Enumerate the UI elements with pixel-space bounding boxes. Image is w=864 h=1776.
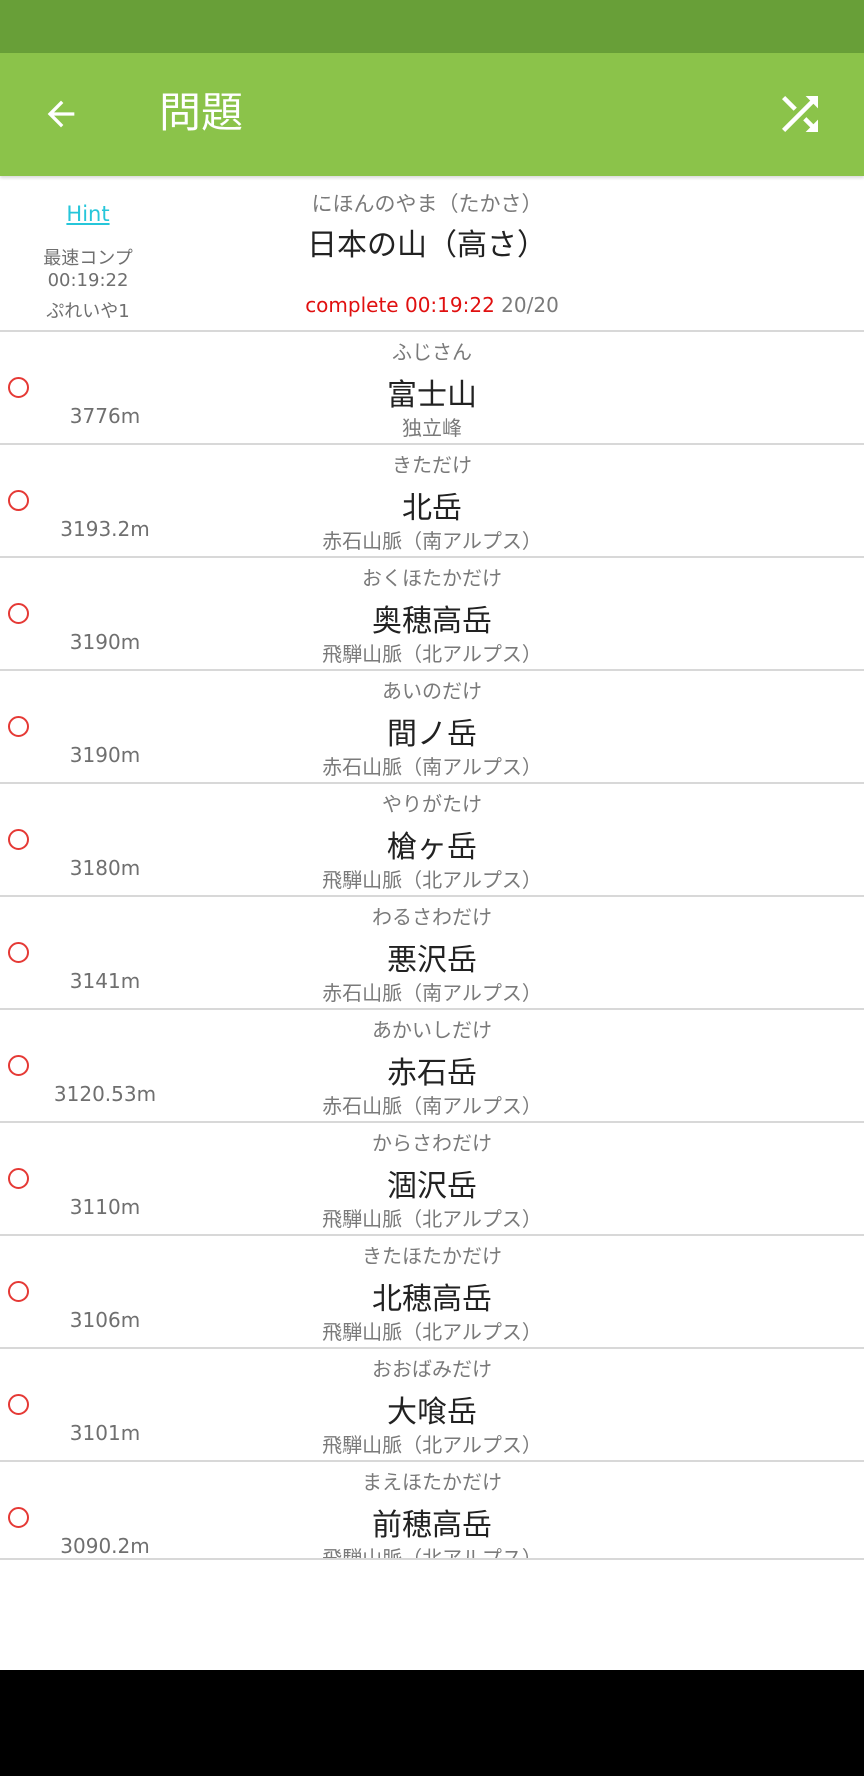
- mountain-reading: おくほたかだけ: [362, 566, 502, 590]
- circle-mark-icon: [8, 942, 29, 963]
- mountain-reading: まえほたかだけ: [362, 1470, 502, 1494]
- system-navigation-bar: [0, 1670, 864, 1776]
- mountain-name: 北穂高岳: [372, 1282, 492, 1317]
- mountain-reading: あいのだけ: [382, 679, 482, 703]
- list-item[interactable]: 3193.2m きただけ 北岳 赤石山脈（南アルプス）: [0, 445, 864, 558]
- mountain-name: 間ノ岳: [387, 717, 477, 752]
- best-record-label: 最速コンプ: [43, 248, 133, 269]
- mountain-range: 飛騨山脈（北アルプス）: [322, 642, 542, 666]
- circle-mark-icon: [8, 1055, 29, 1076]
- answer-list[interactable]: 3776m ふじさん 富士山 独立峰 3193.2m きただけ 北岳 赤石山脈（…: [0, 332, 864, 1560]
- circle-mark-icon: [8, 603, 29, 624]
- mountain-name: 槍ヶ岳: [387, 830, 477, 865]
- quiz-title-reading: にほんのやま（たかさ）: [311, 192, 543, 216]
- circle-mark-icon: [8, 377, 29, 398]
- mountain-range: 飛騨山脈（北アルプス）: [322, 868, 542, 892]
- mountain-height: 3141m: [69, 969, 141, 993]
- answer-count: 20/20: [501, 293, 559, 317]
- circle-mark-icon: [8, 1507, 29, 1528]
- mountain-name: 涸沢岳: [387, 1169, 477, 1204]
- arrow-left-icon: [47, 100, 75, 128]
- circle-mark-icon: [8, 1394, 29, 1415]
- mountain-height: 3180m: [69, 856, 141, 880]
- list-item[interactable]: 3190m おくほたかだけ 奥穂高岳 飛騨山脈（北アルプス）: [0, 558, 864, 671]
- list-item[interactable]: 3141m わるさわだけ 悪沢岳 赤石山脈（南アルプス）: [0, 897, 864, 1010]
- best-record-time: 00:19:22: [47, 270, 129, 291]
- shuffle-button[interactable]: [772, 86, 828, 142]
- page-title: 問題: [159, 88, 244, 137]
- circle-mark-icon: [8, 490, 29, 511]
- mountain-height: 3101m: [69, 1421, 141, 1445]
- mountain-height: 3193.2m: [60, 517, 150, 541]
- shuffle-icon: [782, 96, 818, 132]
- mountain-name: 奥穂高岳: [372, 604, 492, 639]
- mountain-name: 赤石岳: [387, 1056, 477, 1091]
- status-bar: [0, 0, 864, 53]
- mountain-height: 3776m: [69, 404, 141, 428]
- mountain-name: 悪沢岳: [387, 943, 477, 978]
- hint-link[interactable]: Hint: [0, 202, 176, 226]
- circle-mark-icon: [8, 1168, 29, 1189]
- mountain-name: 富士山: [387, 378, 477, 413]
- mountain-range: 赤石山脈（南アルプス）: [322, 529, 542, 553]
- circle-mark-icon: [8, 1281, 29, 1302]
- mountain-range: 飛騨山脈（北アルプス）: [322, 1433, 542, 1457]
- mountain-height: 3110m: [69, 1195, 141, 1219]
- list-item[interactable]: 3101m おおばみだけ 大喰岳 飛騨山脈（北アルプス）: [0, 1349, 864, 1462]
- mountain-range: 飛騨山脈（北アルプス）: [322, 1546, 542, 1560]
- list-item[interactable]: 3180m やりがたけ 槍ヶ岳 飛騨山脈（北アルプス）: [0, 784, 864, 897]
- mountain-reading: きたほたかだけ: [362, 1244, 502, 1268]
- mountain-name: 大喰岳: [387, 1395, 477, 1430]
- mountain-reading: きただけ: [392, 453, 472, 477]
- mountain-reading: あかいしだけ: [372, 1018, 492, 1042]
- mountain-name: 前穂高岳: [372, 1508, 492, 1543]
- mountain-reading: からさわだけ: [372, 1131, 492, 1155]
- list-item[interactable]: 3776m ふじさん 富士山 独立峰: [0, 332, 864, 445]
- mountain-range: 飛騨山脈（北アルプス）: [322, 1320, 542, 1344]
- list-item[interactable]: 3106m きたほたかだけ 北穂高岳 飛騨山脈（北アルプス）: [0, 1236, 864, 1349]
- back-button[interactable]: [32, 85, 90, 143]
- mountain-range: 赤石山脈（南アルプス）: [322, 755, 542, 779]
- mountain-height: 3106m: [69, 1308, 141, 1332]
- app-bar: 問題: [0, 53, 864, 176]
- list-item[interactable]: 3110m からさわだけ 涸沢岳 飛騨山脈（北アルプス）: [0, 1123, 864, 1236]
- mountain-reading: やりがたけ: [382, 792, 482, 816]
- circle-mark-icon: [8, 716, 29, 737]
- mountain-reading: おおばみだけ: [372, 1357, 492, 1381]
- complete-time: complete 00:19:22: [305, 293, 495, 317]
- mountain-height: 3090.2m: [60, 1534, 150, 1558]
- mountain-range: 飛騨山脈（北アルプス）: [322, 1207, 542, 1231]
- mountain-height: 3120.53m: [53, 1082, 157, 1106]
- completion-status: complete 00:19:22 20/20: [232, 293, 632, 317]
- mountain-reading: ふじさん: [392, 340, 472, 364]
- quiz-title: 日本の山（高さ）: [307, 228, 547, 263]
- mountain-range: 赤石山脈（南アルプス）: [322, 981, 542, 1005]
- mountain-height: 3190m: [69, 743, 141, 767]
- mountain-reading: わるさわだけ: [372, 905, 492, 929]
- list-item[interactable]: 3190m あいのだけ 間ノ岳 赤石山脈（南アルプス）: [0, 671, 864, 784]
- mountain-height: 3190m: [69, 630, 141, 654]
- list-item[interactable]: 3120.53m あかいしだけ 赤石岳 赤石山脈（南アルプス）: [0, 1010, 864, 1123]
- best-record-player: ぷれいや1: [46, 301, 130, 322]
- list-item[interactable]: 3090.2m まえほたかだけ 前穂高岳 飛騨山脈（北アルプス）: [0, 1462, 864, 1560]
- quiz-header: Hint 最速コンプ 00:19:22 ぷれいや1 にほんのやま（たかさ） 日本…: [0, 176, 864, 332]
- mountain-range: 赤石山脈（南アルプス）: [322, 1094, 542, 1118]
- mountain-name: 北岳: [402, 491, 462, 526]
- mountain-range: 独立峰: [402, 416, 462, 440]
- circle-mark-icon: [8, 829, 29, 850]
